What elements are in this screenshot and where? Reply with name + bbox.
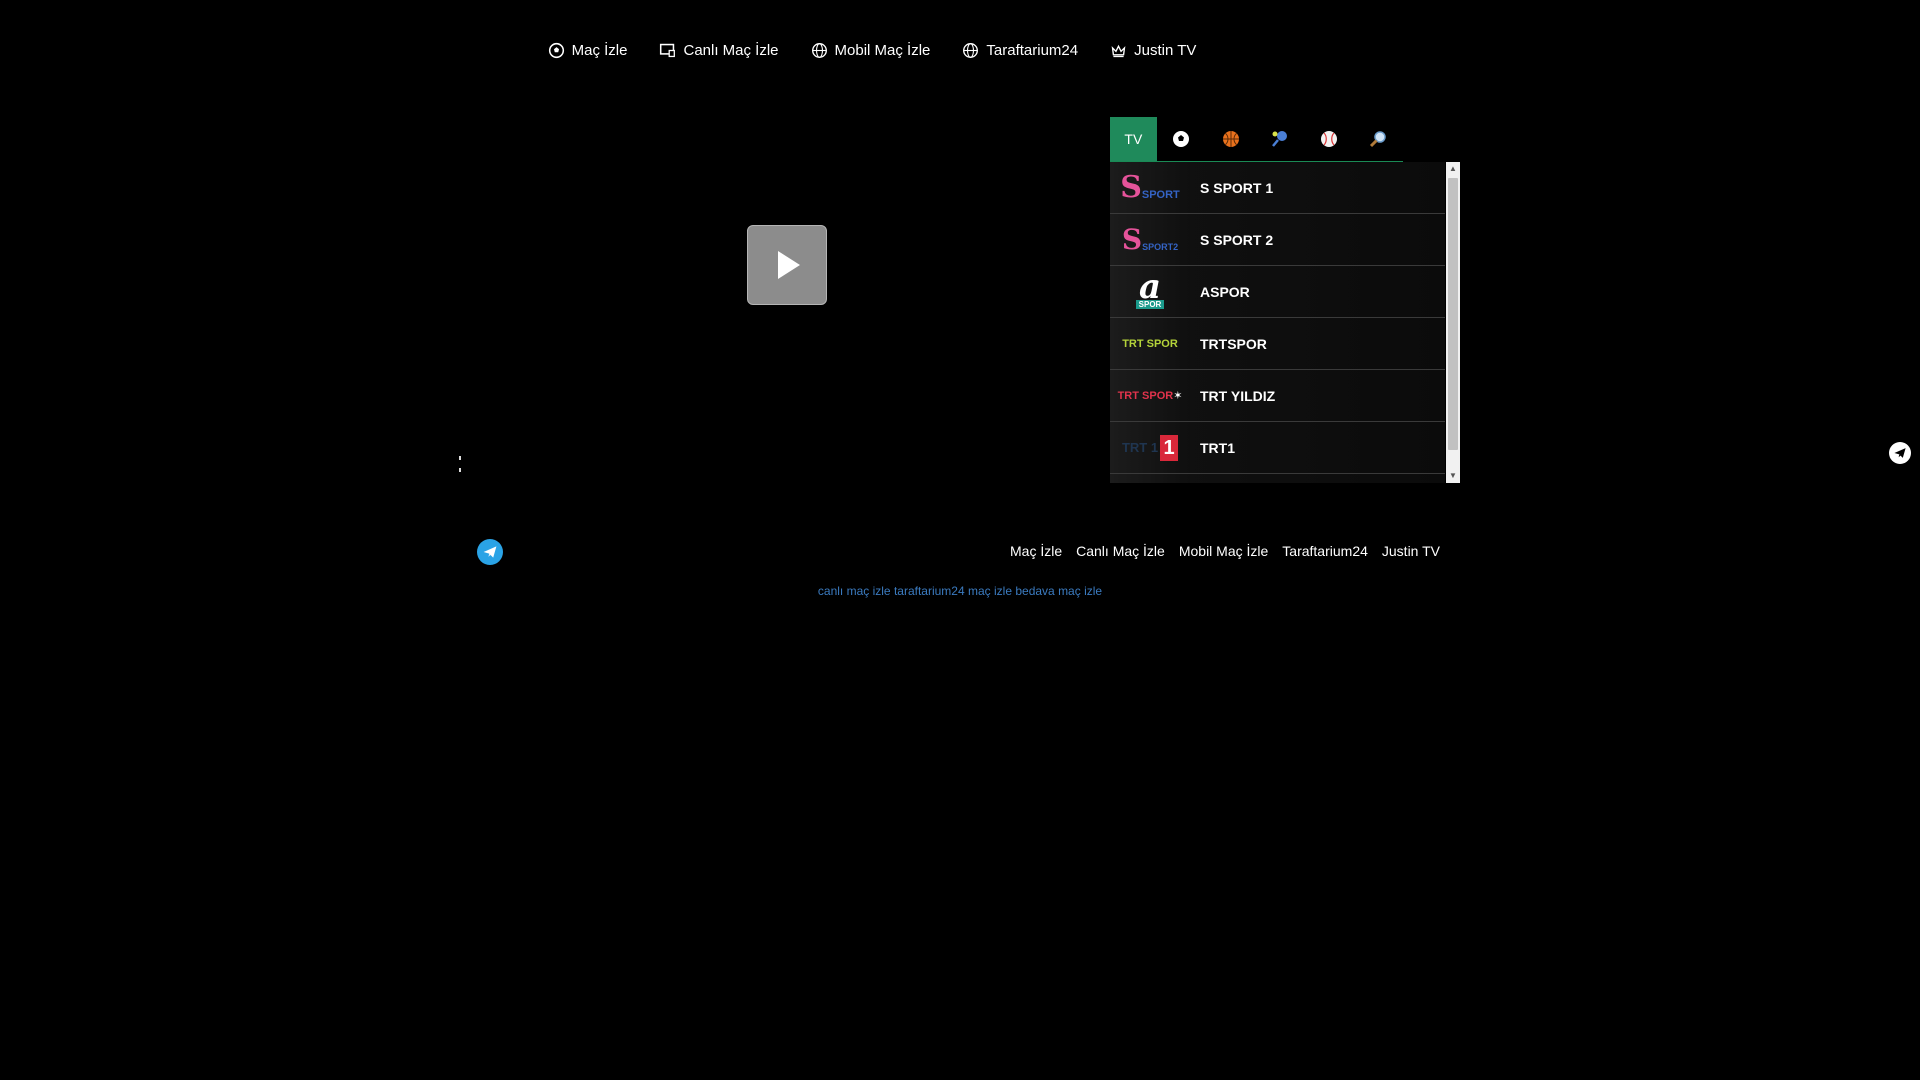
video-player[interactable] [459,116,1110,482]
footer-link-mac-izle[interactable]: Maç İzle [1010,543,1062,559]
footer-link-justin-tv[interactable]: Justin TV [1382,543,1440,559]
nav-label: Mobil Maç İzle [834,42,931,59]
search-icon [1370,131,1387,148]
tab-tennis[interactable] [1255,117,1304,161]
tab-baseball[interactable] [1305,117,1354,161]
scrollbar-thumb[interactable] [1448,178,1458,450]
soccer-ball-icon [1173,131,1190,147]
seo-link[interactable]: canlı maç izle [818,584,891,598]
nav-label: Canlı Maç İzle [683,42,779,59]
nav-label: Taraftarium24 [986,42,1079,59]
channel-name: TRTSPOR [1200,335,1267,352]
channel-row-trt-yildiz[interactable]: TRT SPOR ✶ TRT YILDIZ [1110,370,1445,422]
channel-row-s-sport-1[interactable]: S SPORT S SPORT 1 [1110,162,1445,214]
globe-icon [963,43,979,58]
channel-row-s-sport-2[interactable]: S SPORT2 S SPORT 2 [1110,214,1445,266]
category-tabs: TV [1110,117,1403,163]
channel-logo: TRT SPOR ✶ [1110,370,1190,421]
tab-tv[interactable]: TV [1110,117,1157,161]
player-loader [459,456,461,480]
channel-panel: TV S SPORT S SPORT 1 S SPORT2 S SPORT 2 … [1110,117,1460,483]
channel-name: TRT YILDIZ [1200,387,1276,404]
scroll-up-icon[interactable]: ▲ [1446,162,1460,176]
screen-icon [660,43,676,58]
channel-name: ASPOR [1200,283,1250,300]
tab-football[interactable] [1157,117,1206,161]
tab-basketball[interactable] [1206,117,1255,161]
seo-link[interactable]: bedava maç izle [1015,584,1102,598]
channel-logo: TRT 1 1 [1110,422,1190,473]
tennis-icon [1271,131,1287,147]
tab-search[interactable] [1354,117,1403,161]
seo-links: canlı maç izle taraftarium24 maç izle be… [0,584,1920,598]
basketball-icon [1222,131,1239,147]
play-icon [778,251,800,279]
channel-logo [1110,474,1190,483]
seo-link[interactable]: taraftarium24 [894,584,965,598]
tab-label: TV [1124,131,1143,147]
soccer-ball-icon [548,42,564,59]
footer-link-mobil-mac-izle[interactable]: Mobil Maç İzle [1179,543,1268,559]
nav-label: Justin TV [1134,42,1197,59]
telegram-icon [1894,448,1906,458]
footer-nav: Maç İzle Canlı Maç İzle Mobil Maç İzle T… [1010,543,1440,559]
nav-item-mobil-mac-izle[interactable]: Mobil Maç İzle [811,42,931,59]
footer-link-canli-mac-izle[interactable]: Canlı Maç İzle [1076,543,1165,559]
nav-item-mac-izle[interactable]: Maç İzle [548,42,628,59]
channel-logo: S SPORT2 [1110,214,1190,265]
nav-label: Maç İzle [571,42,628,59]
channel-name: TRT1 [1200,439,1235,456]
telegram-float-button[interactable] [1889,442,1911,464]
play-button[interactable] [747,225,827,305]
seo-link[interactable]: maç izle [968,584,1012,598]
telegram-button[interactable] [477,539,503,565]
nav-item-justin-tv[interactable]: Justin TV [1110,42,1196,59]
globe-icon [811,43,827,58]
channel-row-trt1[interactable]: TRT 1 1 TRT1 [1110,422,1445,474]
channel-row-aspor[interactable]: a SPOR ASPOR [1110,266,1445,318]
channel-logo: TRT SPOR [1110,318,1190,369]
scroll-down-icon[interactable]: ▼ [1446,469,1460,483]
channel-logo: a SPOR [1110,266,1190,317]
top-nav: Maç İzle Canlı Maç İzle Mobil Maç İzle T… [0,42,1920,59]
channel-logo: S SPORT [1110,162,1190,213]
channel-list: S SPORT S SPORT 1 S SPORT2 S SPORT 2 a SPO… [1110,162,1445,483]
nav-item-taraftarium24[interactable]: Taraftarium24 [962,42,1078,59]
channel-row-partial[interactable] [1110,474,1445,483]
telegram-icon [483,546,497,558]
footer-link-taraftarium24[interactable]: Taraftarium24 [1282,543,1368,559]
channel-row-trtspor[interactable]: TRT SPOR TRTSPOR [1110,318,1445,370]
nav-item-canli-mac-izle[interactable]: Canlı Maç İzle [659,42,779,59]
channel-name: S SPORT 1 [1200,179,1274,196]
channel-list-scrollbar[interactable]: ▲ ▼ [1446,162,1460,483]
channel-list-container[interactable]: S SPORT S SPORT 1 S SPORT2 S SPORT 2 a SPO… [1110,162,1460,483]
baseball-icon [1321,131,1338,147]
channel-name: S SPORT 2 [1200,231,1274,248]
crown-icon [1111,44,1126,58]
